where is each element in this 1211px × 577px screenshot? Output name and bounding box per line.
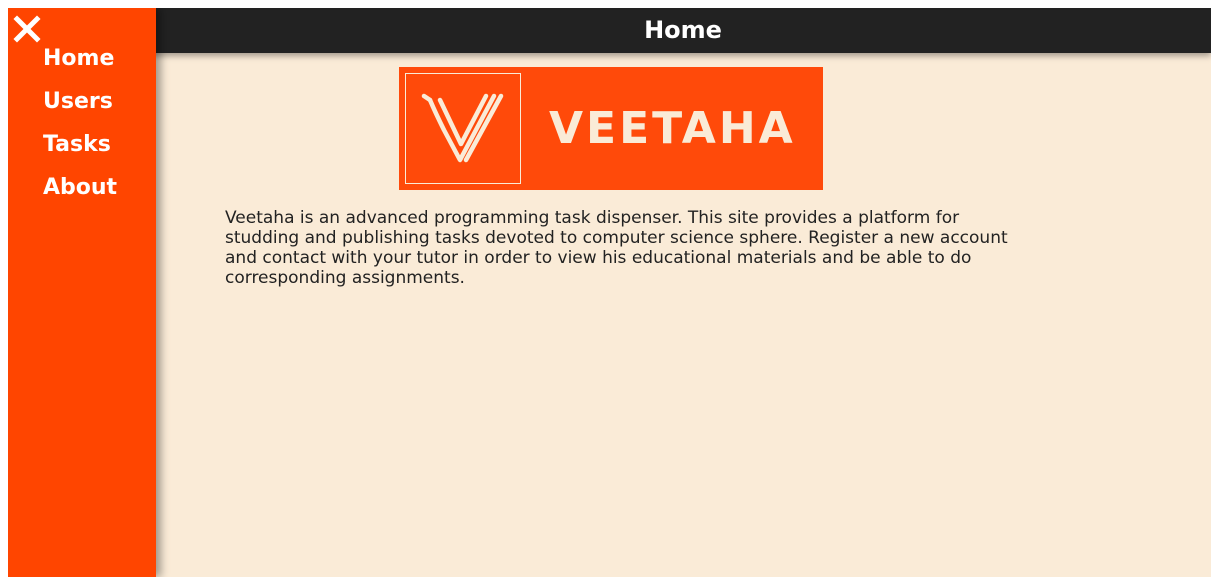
sidebar-item-about[interactable]: About — [43, 172, 117, 215]
top-bar: Home — [8, 8, 1211, 53]
site-description: Veetaha is an advanced programming task … — [225, 208, 1008, 288]
sidebar-item-home[interactable]: Home — [43, 43, 117, 86]
sidebar-item-tasks[interactable]: Tasks — [43, 129, 117, 172]
veetaha-logo: VEETAHA — [399, 67, 823, 190]
logo-text: VEETAHA — [549, 103, 796, 154]
sidebar: Home Users Tasks About — [8, 8, 156, 577]
app-frame: Home Home Users Tasks About VEETAHA Veet… — [8, 8, 1211, 577]
sidebar-nav: Home Users Tasks About — [43, 43, 117, 215]
page-title: Home — [644, 16, 722, 44]
close-icon[interactable] — [12, 14, 44, 46]
sidebar-item-users[interactable]: Users — [43, 86, 117, 129]
veetaha-v-logo-icon — [405, 73, 521, 184]
